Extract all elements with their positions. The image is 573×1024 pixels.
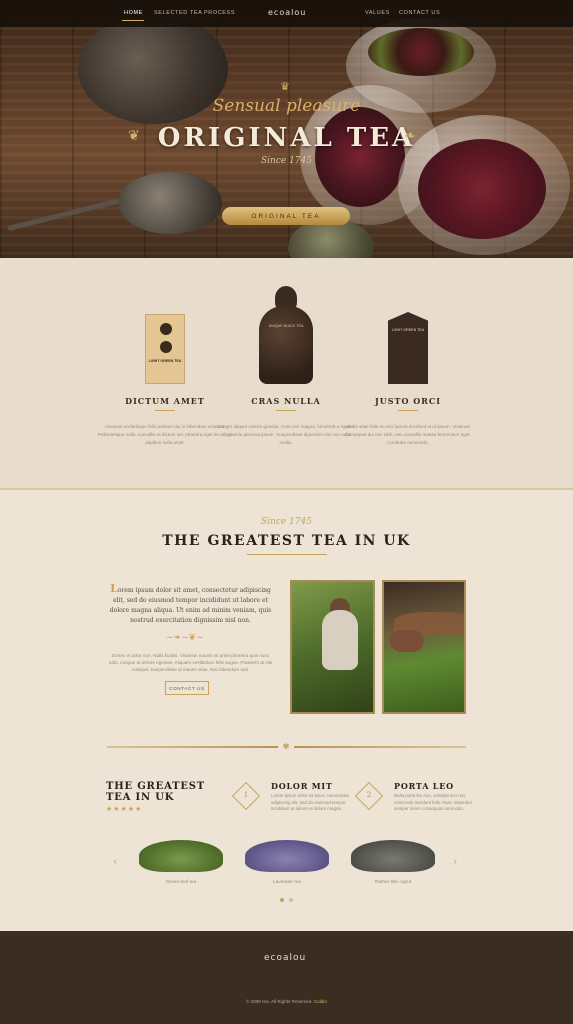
product-divider xyxy=(155,410,175,411)
feature-number: 2 xyxy=(366,791,372,799)
feature-title: DOLOR MIT xyxy=(271,781,333,791)
product-description: Integer aliquet viverra gravida. Cras or… xyxy=(217,424,355,445)
footer: ecoalou © 2090 tea. All Rights Reserved.… xyxy=(0,931,573,1024)
black-tea-heap-image[interactable] xyxy=(351,840,435,872)
footer-brand-link[interactable]: Coldin xyxy=(314,999,327,1004)
product-divider xyxy=(276,410,296,411)
active-nav-indicator xyxy=(122,20,144,21)
package-label: LIGHT GREEN TEA xyxy=(391,328,425,332)
nav-values[interactable]: VALUES xyxy=(365,10,390,16)
lavender-tea-heap-image[interactable] xyxy=(245,840,329,872)
chevron-left-icon[interactable]: ‹ xyxy=(113,855,117,868)
feature-text: Lorem ipsum dolor sit amet, consectetur … xyxy=(271,793,350,811)
drop-cap: L xyxy=(110,582,118,595)
product-title: DICTUM AMET xyxy=(125,396,205,406)
title-underline xyxy=(247,554,327,555)
site-logo[interactable]: ecoalou xyxy=(268,8,306,17)
ornament-icon: ~❧~❦~ xyxy=(166,633,204,643)
tea-picker-photo xyxy=(290,580,375,714)
nav-process[interactable]: PROCESS xyxy=(204,10,235,16)
green-tea-heap-image[interactable] xyxy=(139,840,223,872)
nav-contact-us[interactable]: CONTACT US xyxy=(399,10,440,16)
features-title: THE GREATEST TEA IN UK xyxy=(106,781,206,803)
rating-stars-icon: ★★★★★ xyxy=(106,805,143,813)
nav-home[interactable]: HOME xyxy=(124,10,143,16)
divider-ornament-icon: ✾ xyxy=(278,741,294,752)
footer-copyright: © 2090 tea. All Rights Reserved. Coldin xyxy=(246,999,327,1004)
carousel-caption: Green leaf tea xyxy=(165,880,197,885)
feature-number: 1 xyxy=(243,791,249,799)
carousel-caption: Lavender tea xyxy=(272,880,301,885)
about-lead-text: Lorem ipsum dolor sit amet, consectetur … xyxy=(109,582,272,624)
about-body-text: Donec et dolor non. Nulla facilisi. Viva… xyxy=(108,653,273,672)
carousel-caption: Rather title caput xyxy=(374,880,412,885)
contact-us-button[interactable]: CONTACT US xyxy=(165,681,209,695)
tea-box-image: LIGHT GREEN TEA xyxy=(145,314,185,384)
section-title: THE GREATEST TEA IN UK xyxy=(162,533,411,549)
crown-icon: ♛ xyxy=(280,80,290,93)
feature-title: PORTA LEO xyxy=(394,781,454,791)
package-label: UNIQUE BLACK TEA xyxy=(268,324,304,328)
tea-harvest-photo xyxy=(382,580,466,714)
hero-banner: HOME SELECTED TEA PROCESS ecoalou VALUES… xyxy=(0,0,573,258)
carousel-dot[interactable] xyxy=(289,898,293,902)
hero-script-text: Sensual pleasure xyxy=(212,96,361,116)
original-tea-button[interactable]: ORIGINAL TEA xyxy=(222,207,350,225)
chevron-right-icon[interactable]: › xyxy=(453,855,457,868)
carousel-dot-active[interactable] xyxy=(280,898,284,902)
product-divider xyxy=(398,410,418,411)
hero-since: Since 1745 xyxy=(261,156,312,166)
product-title: CRAS NULLA xyxy=(251,396,321,406)
tea-tag-image: LIGHT GREEN TEA xyxy=(388,312,428,384)
feature-text: Nulla porta leo non, volutpat orci nisi,… xyxy=(394,793,472,811)
nav-selected-tea[interactable]: SELECTED TEA xyxy=(154,10,202,16)
tea-spoon-image xyxy=(118,172,222,234)
tea-bag-image: UNIQUE BLACK TEA xyxy=(257,286,315,384)
flourish-right-icon: ❧ xyxy=(404,128,416,144)
about-since: Since 1745 xyxy=(261,517,312,527)
footer-logo[interactable]: ecoalou xyxy=(264,953,306,963)
top-navbar: HOME SELECTED TEA PROCESS ecoalou VALUES… xyxy=(0,0,573,27)
package-label: LIGHT GREEN TEA xyxy=(148,359,182,363)
product-title: JUSTO ORCI xyxy=(375,396,441,406)
product-description: Morbi vitae felis eu orci lacinia tincid… xyxy=(345,424,471,445)
hero-title: ORIGINAL TEA xyxy=(157,123,416,153)
product-description: Vivamus scelerisque felis pretium dui in… xyxy=(97,424,233,445)
